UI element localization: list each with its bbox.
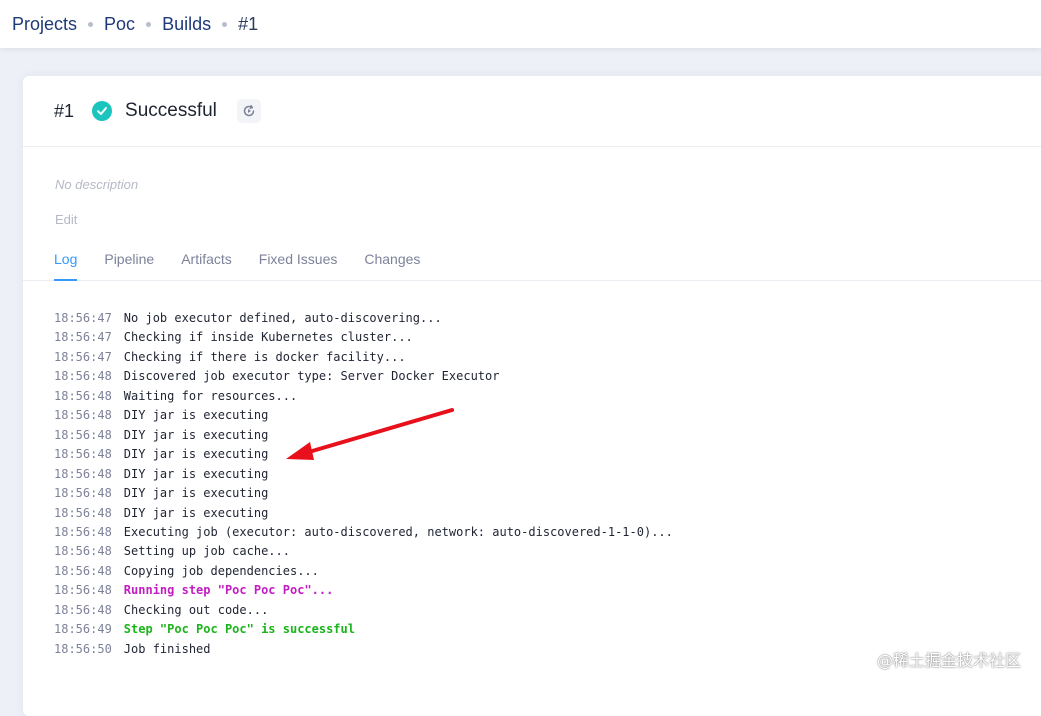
log-timestamp: 18:56:48 (54, 486, 112, 500)
log-message: Discovered job executor type: Server Doc… (124, 369, 500, 383)
log-timestamp: 18:56:48 (54, 564, 112, 578)
log-message: Running step "Poc Poc Poc"... (124, 583, 334, 597)
log-line: 18:56:48 DIY jar is executing (54, 504, 673, 523)
tab-changes[interactable]: Changes (364, 241, 420, 281)
log-timestamp: 18:56:48 (54, 525, 112, 539)
breadcrumb-separator (146, 22, 151, 27)
log-message: Setting up job cache... (124, 544, 290, 558)
log-timestamp: 18:56:47 (54, 330, 112, 344)
annotation-arrow (280, 400, 460, 470)
log-message: Checking if inside Kubernetes cluster... (124, 330, 413, 344)
build-status: Successful (125, 100, 217, 122)
log-line: 18:56:49 Step "Poc Poc Poc" is successful (54, 620, 673, 639)
log-timestamp: 18:56:48 (54, 603, 112, 617)
log-line: 18:56:48 Executing job (executor: auto-di… (54, 523, 673, 542)
log-timestamp: 18:56:49 (54, 622, 112, 636)
log-message: No job executor defined, auto-discoverin… (124, 311, 442, 325)
log-line: 18:56:48 Discovered job executor type: Se… (54, 367, 673, 386)
breadcrumb-project-poc[interactable]: Poc (104, 14, 135, 35)
log-line: 18:56:48 Copying job dependencies... (54, 562, 673, 581)
breadcrumb-current: #1 (238, 14, 258, 35)
log-timestamp: 18:56:48 (54, 428, 112, 442)
log-timestamp: 18:56:47 (54, 311, 112, 325)
log-message: Waiting for resources... (124, 389, 297, 403)
log-timestamp: 18:56:48 (54, 583, 112, 597)
log-message: Checking out code... (124, 603, 269, 617)
breadcrumb-separator (222, 22, 227, 27)
log-timestamp: 18:56:50 (54, 642, 112, 656)
log-message: Copying job dependencies... (124, 564, 319, 578)
build-card: #1 Successful No description Edit Log Pip… (23, 76, 1041, 716)
log-timestamp: 18:56:48 (54, 506, 112, 520)
log-timestamp: 18:56:48 (54, 408, 112, 422)
log-message: Job finished (124, 642, 211, 656)
log-timestamp: 18:56:48 (54, 467, 112, 481)
log-line: 18:56:48 Setting up job cache... (54, 542, 673, 561)
top-bar: Projects Poc Builds #1 (0, 0, 1041, 48)
breadcrumb-separator (88, 22, 93, 27)
breadcrumb-projects[interactable]: Projects (12, 14, 77, 35)
log-line: 18:56:48 DIY jar is executing (54, 484, 673, 503)
log-timestamp: 18:56:48 (54, 544, 112, 558)
log-message: Step "Poc Poc Poc" is successful (124, 622, 355, 636)
log-line: 18:56:48 Checking out code... (54, 601, 673, 620)
log-message: DIY jar is executing (124, 408, 269, 422)
log-timestamp: 18:56:48 (54, 389, 112, 403)
edit-description-link[interactable]: Edit (55, 212, 77, 227)
log-line: 18:56:48 Running step "Poc Poc Poc"... (54, 581, 673, 600)
tab-artifacts[interactable]: Artifacts (181, 241, 232, 281)
log-message: DIY jar is executing (124, 447, 269, 461)
log-message: Executing job (executor: auto-discovered… (124, 525, 673, 539)
log-line: 18:56:47 Checking if there is docker faci… (54, 348, 673, 367)
log-line: 18:56:47 Checking if inside Kubernetes cl… (54, 328, 673, 347)
breadcrumb-builds[interactable]: Builds (162, 14, 211, 35)
build-tabs: Log Pipeline Artifacts Fixed Issues Changes (23, 241, 1041, 281)
rebuild-icon (242, 104, 256, 118)
log-message: DIY jar is executing (124, 428, 269, 442)
tab-fixed-issues[interactable]: Fixed Issues (259, 241, 338, 281)
log-line: 18:56:47 No job executor defined, auto-di… (54, 309, 673, 328)
log-message: DIY jar is executing (124, 467, 269, 481)
log-message: Checking if there is docker facility... (124, 350, 406, 364)
build-log: 18:56:47 No job executor defined, auto-di… (54, 309, 673, 659)
check-circle-icon (92, 101, 112, 121)
watermark: @稀土掘金技术社区 (877, 647, 1021, 671)
tab-log[interactable]: Log (54, 241, 77, 281)
log-timestamp: 18:56:48 (54, 447, 112, 461)
tab-pipeline[interactable]: Pipeline (104, 241, 154, 281)
log-timestamp: 18:56:48 (54, 369, 112, 383)
build-number: #1 (54, 101, 74, 122)
build-description: No description (55, 177, 138, 192)
log-message: DIY jar is executing (124, 506, 269, 520)
log-line: 18:56:50 Job finished (54, 640, 673, 659)
build-header: #1 Successful (23, 76, 1041, 147)
log-timestamp: 18:56:47 (54, 350, 112, 364)
rebuild-button[interactable] (237, 99, 261, 123)
log-message: DIY jar is executing (124, 486, 269, 500)
